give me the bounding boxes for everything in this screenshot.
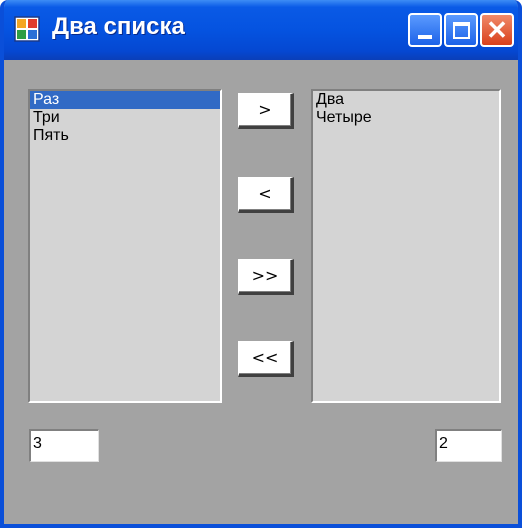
- move-right-button[interactable]: >: [238, 93, 294, 129]
- close-button[interactable]: ✕: [480, 13, 514, 47]
- maximize-button[interactable]: [444, 13, 478, 47]
- left-list-item[interactable]: Раз: [30, 91, 220, 109]
- window-title: Два списка: [52, 13, 185, 40]
- right-listbox[interactable]: Два Четыре: [311, 89, 501, 403]
- left-count-field[interactable]: 3: [29, 429, 99, 462]
- minimize-icon: [418, 35, 432, 39]
- title-bar[interactable]: Два списка ✕: [4, 0, 518, 60]
- left-listbox[interactable]: Раз Три Пять: [28, 89, 222, 403]
- close-icon: ✕: [486, 15, 508, 45]
- maximize-icon: [453, 22, 470, 39]
- move-left-button[interactable]: <: [238, 177, 294, 213]
- right-list-item[interactable]: Четыре: [313, 109, 499, 127]
- right-count-field[interactable]: 2: [435, 429, 502, 462]
- left-list-item[interactable]: Пять: [30, 127, 220, 145]
- right-list-item[interactable]: Два: [313, 91, 499, 109]
- minimize-button[interactable]: [408, 13, 442, 47]
- app-window-icon: [14, 16, 40, 42]
- left-list-item[interactable]: Три: [30, 109, 220, 127]
- move-all-right-button[interactable]: >>: [238, 259, 294, 295]
- move-all-left-button[interactable]: <<: [238, 341, 294, 377]
